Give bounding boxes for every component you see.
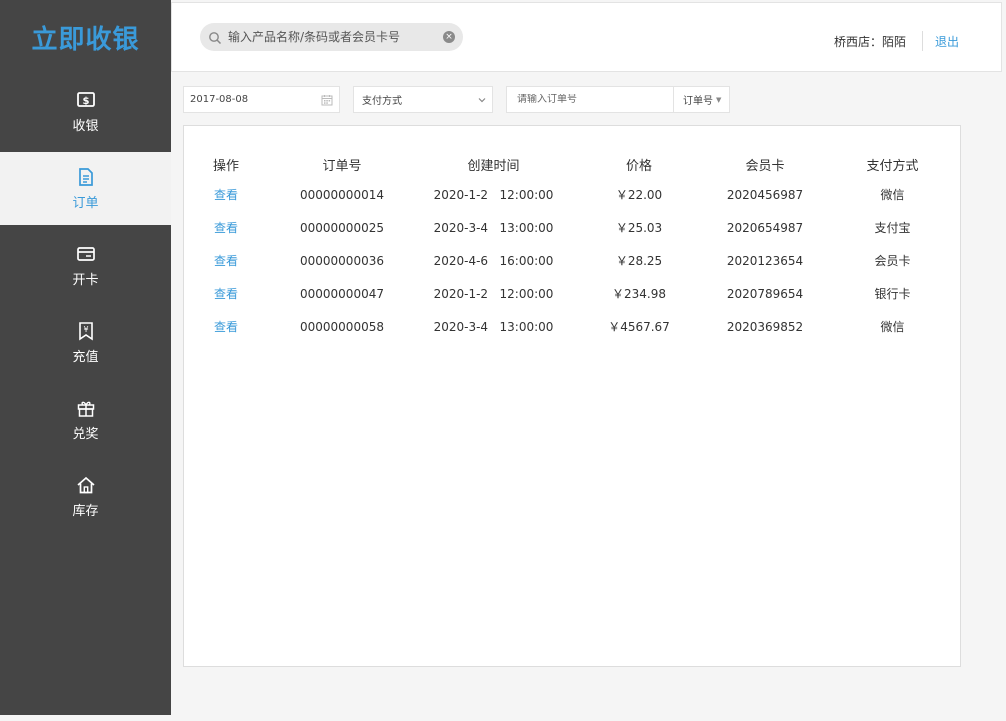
price-cell: ￥28.25: [615, 254, 663, 268]
payment-method-cell: 微信: [880, 188, 905, 202]
column-header: 支付方式: [866, 158, 919, 174]
payment-method-value: 支付方式: [362, 96, 402, 107]
orders-panel: 操作 订单号 创建时间 价格 会员卡 支付方式 查看 00000000014 2…: [183, 125, 961, 667]
order-document-icon: [75, 166, 97, 188]
payment-method-select[interactable]: 支付方式: [353, 86, 493, 113]
search-bar[interactable]: ×: [200, 23, 463, 51]
sidebar-item-label: 开卡: [72, 273, 99, 288]
sidebar-item-label: 收银: [72, 119, 99, 134]
svg-text:¥: ¥: [83, 325, 88, 334]
payment-method-cell: 银行卡: [874, 287, 911, 301]
header-divider: [922, 31, 923, 51]
order-type-value: 订单号: [683, 96, 713, 107]
order-type-dropdown[interactable]: 订单号 ▼: [674, 86, 730, 113]
column-header: 会员卡: [745, 158, 785, 174]
clear-search-icon[interactable]: ×: [443, 31, 455, 43]
sidebar-item-label: 订单: [72, 196, 99, 211]
column-header: 价格: [625, 158, 652, 174]
sidebar-item-open-card[interactable]: 开卡: [0, 229, 171, 302]
price-cell: ￥4567.67: [608, 320, 670, 334]
member-card-cell: 2020123654: [726, 253, 804, 268]
member-card-cell: 2020789654: [726, 286, 804, 301]
price-cell: ￥234.98: [612, 287, 666, 301]
view-link[interactable]: 查看: [184, 277, 268, 310]
table-row: 查看 00000000014 2020-1-2 12:00:00 ￥22.00 …: [184, 178, 962, 211]
order-number-field[interactable]: [506, 86, 674, 113]
order-id-cell: 00000000014: [300, 187, 384, 202]
orders-table: 操作 订单号 创建时间 价格 会员卡 支付方式 查看 00000000014 2…: [184, 150, 962, 343]
member-card-cell: 2020369852: [726, 319, 804, 334]
payment-method-cell: 会员卡: [874, 254, 911, 268]
sidebar-item-redeem[interactable]: 兑奖: [0, 383, 171, 456]
sidebar-item-recharge[interactable]: ¥ 充值: [0, 306, 171, 379]
order-id-cell: 00000000058: [300, 319, 384, 334]
search-icon: [208, 30, 222, 45]
sidebar-item-inventory[interactable]: 库存: [0, 460, 171, 533]
calendar-icon: [321, 94, 333, 106]
date-value: 2017-08-08: [190, 94, 249, 105]
view-link[interactable]: 查看: [184, 310, 268, 343]
home-icon: [75, 474, 97, 496]
gift-icon: [75, 397, 97, 419]
sidebar-item-label: 兑奖: [72, 427, 99, 442]
view-link[interactable]: 查看: [184, 244, 268, 277]
table-row: 查看 00000000036 2020-4-6 16:00:00 ￥28.25 …: [184, 244, 962, 277]
table-row: 查看 00000000025 2020-3-4 13:00:00 ￥25.03 …: [184, 211, 962, 244]
app-logo: 立即收银: [31, 25, 140, 55]
payment-method-cell: 支付宝: [874, 221, 911, 235]
search-input[interactable]: [228, 30, 428, 44]
price-cell: ￥25.03: [615, 221, 663, 235]
sidebar-item-orders[interactable]: 订单: [0, 152, 171, 225]
logout-link[interactable]: 退出: [935, 33, 959, 50]
store-user-label: 桥西店：陌陌: [834, 35, 907, 49]
member-card-cell: 2020654987: [726, 220, 804, 235]
order-id-cell: 00000000036: [300, 253, 384, 268]
cash-register-icon: $: [75, 89, 97, 111]
sidebar-item-label: 库存: [72, 504, 99, 519]
sidebar: 立即收银 $ 收银 订单 开卡 ¥ 充值 兑奖 库存: [0, 0, 171, 715]
member-card-cell: 2020456987: [726, 187, 804, 202]
svg-text:$: $: [82, 96, 89, 107]
column-header: 操作: [212, 158, 239, 174]
order-id-cell: 00000000025: [300, 220, 384, 235]
created-time-cell: 2020-1-2 12:00:00: [433, 286, 554, 301]
table-row: 查看 00000000058 2020-3-4 13:00:00 ￥4567.6…: [184, 310, 962, 343]
order-id-cell: 00000000047: [300, 286, 384, 301]
created-time-cell: 2020-4-6 16:00:00: [433, 253, 554, 268]
order-number-input[interactable]: [517, 94, 667, 105]
table-row: 查看 00000000047 2020-1-2 12:00:00 ￥234.98…: [184, 277, 962, 310]
sidebar-item-cashier[interactable]: $ 收银: [0, 75, 171, 148]
created-time-cell: 2020-1-2 12:00:00: [433, 187, 554, 202]
payment-method-cell: 微信: [880, 320, 905, 334]
created-time-cell: 2020-3-4 13:00:00: [433, 319, 554, 334]
column-header: 订单号: [322, 158, 362, 174]
caret-down-icon: ▼: [716, 95, 722, 104]
price-cell: ￥22.00: [615, 188, 663, 202]
chevron-down-icon: [478, 96, 486, 104]
table-header-row: 操作 订单号 创建时间 价格 会员卡 支付方式: [184, 150, 962, 178]
top-header: × 桥西店：陌陌 退出: [171, 2, 1002, 72]
card-icon: [75, 243, 97, 265]
view-link[interactable]: 查看: [184, 211, 268, 244]
recharge-icon: ¥: [75, 320, 97, 342]
date-picker[interactable]: 2017-08-08: [183, 86, 340, 113]
created-time-cell: 2020-3-4 13:00:00: [433, 220, 554, 235]
sidebar-item-label: 充值: [72, 350, 99, 365]
view-link[interactable]: 查看: [184, 178, 268, 211]
column-header: 创建时间: [467, 158, 520, 174]
